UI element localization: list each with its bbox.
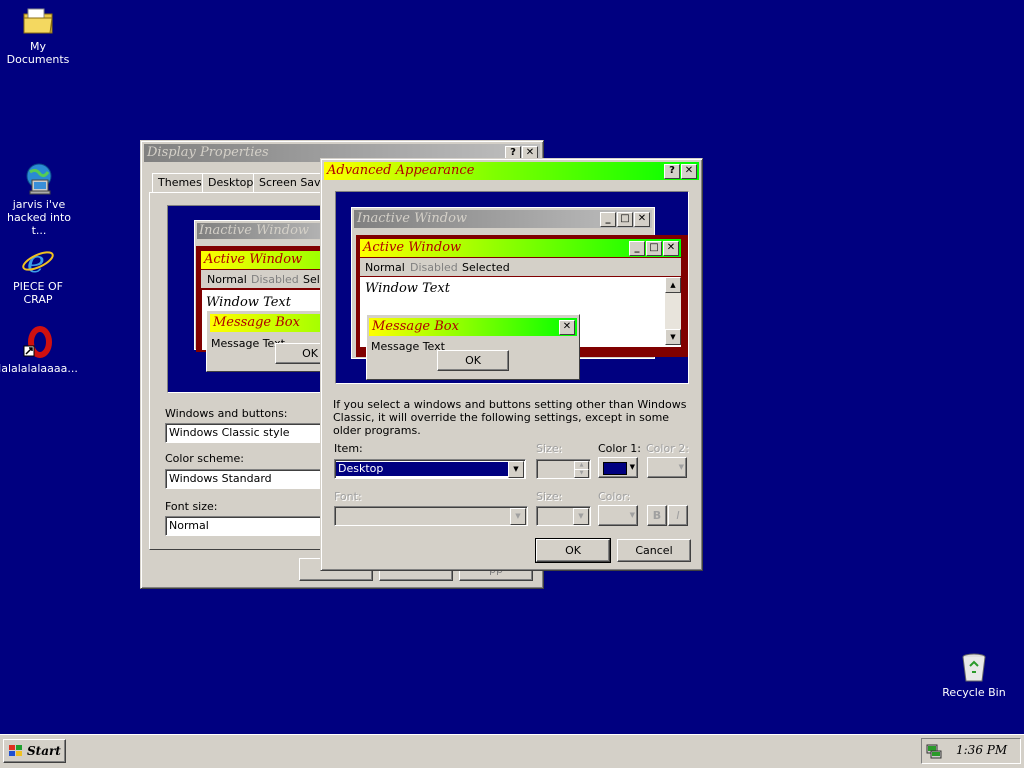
minimize-icon: _ — [600, 212, 616, 227]
preview-window-text: Window Text — [365, 281, 450, 296]
desktop-icon-label: My Documents — [6, 40, 70, 66]
desktop-icon-label: Recycle Bin — [942, 686, 1006, 699]
ok-button[interactable]: OK — [535, 538, 611, 563]
preview-inactive-title: Inactive Window _ □ ✕ — [354, 210, 652, 228]
desktop-icon-label: jarvis i've hacked into t... — [6, 198, 72, 237]
appearance-preview: Inactive Window Active Window Normal Dis… — [167, 205, 329, 393]
color-scheme-label: Color scheme: — [165, 452, 244, 465]
start-button[interactable]: Start — [3, 739, 66, 763]
item-selected-value: Desktop — [336, 462, 510, 476]
color1-picker-button[interactable]: ▼ — [598, 457, 638, 478]
clock[interactable]: 1:36 PM — [956, 743, 1007, 757]
preview-menu-disabled: Disabled — [410, 261, 458, 274]
windows-buttons-label: Windows and buttons: — [165, 407, 288, 420]
opera-shortcut-icon — [21, 326, 55, 360]
chevron-down-icon[interactable]: ▼ — [508, 461, 524, 478]
font-size-label: Size: — [536, 490, 563, 503]
color1-label: Color 1: — [598, 442, 641, 455]
window-title: Display Properties — [147, 145, 269, 160]
color-scheme-select[interactable]: Windows Standard — [165, 469, 330, 489]
desktop-icon-my-documents[interactable]: My Documents — [0, 4, 78, 66]
maximize-icon: □ — [617, 212, 633, 227]
network-computer-icon — [22, 162, 56, 196]
desktop-icon-jarvis[interactable]: jarvis i've hacked into t... — [0, 162, 80, 237]
window-title: Advanced Appearance — [327, 163, 475, 178]
close-button[interactable]: ✕ — [681, 164, 697, 179]
preview-active-title: Active Window _ □ ✕ — [360, 239, 681, 257]
help-button[interactable]: ? — [664, 164, 680, 179]
font-size-label: Font size: — [165, 500, 218, 513]
preview-msgbox-text: Message Text — [211, 337, 285, 350]
taskbar: Start 1:36 PM — [0, 734, 1024, 768]
preview-message-box: Message Box Message Text OK — [206, 310, 328, 372]
close-icon: ✕ — [663, 241, 679, 256]
windows-buttons-select[interactable]: Windows Classic style — [165, 423, 330, 443]
font-color-picker-button[interactable]: ▼ — [598, 505, 638, 526]
recycle-bin-icon — [957, 650, 991, 684]
advanced-appearance-titlebar[interactable]: Advanced Appearance ? ✕ — [324, 162, 699, 180]
preview-menu-disabled: Disabled — [251, 273, 299, 286]
internet-explorer-icon: e — [21, 244, 55, 280]
minimize-icon: _ — [629, 241, 645, 256]
italic-button[interactable]: I — [668, 505, 688, 526]
preview-inactive-title-text: Inactive Window — [357, 211, 468, 226]
color2-picker-button[interactable]: ▼ — [647, 457, 687, 478]
item-select[interactable]: Desktop ▼ — [334, 459, 526, 479]
scroll-up-icon: ▲ — [665, 277, 681, 293]
preview-scrollbar: ▲ ▼ — [665, 277, 681, 345]
chevron-down-icon: ▼ — [629, 511, 635, 519]
close-icon: ✕ — [559, 320, 575, 335]
preview-menu-normal: Normal — [207, 273, 247, 286]
preview-menu-bar: Normal Disabled Sele — [201, 270, 328, 288]
chevron-down-icon: ▼ — [629, 463, 635, 471]
tab-desktop[interactable]: Desktop — [202, 173, 260, 192]
item-label: Item: — [334, 442, 363, 455]
maximize-icon: □ — [646, 241, 662, 256]
tab-themes[interactable]: Themes — [152, 173, 208, 192]
svg-text:e: e — [27, 245, 45, 278]
color1-swatch — [603, 462, 627, 475]
appearance-preview: Inactive Window _ □ ✕ Active Window _ □ … — [335, 191, 689, 384]
windows-logo-icon — [8, 744, 24, 758]
preview-active-title-text: Active Window — [363, 240, 462, 255]
desktop-icon-internet-explorer[interactable]: e PIECE OF CRAP — [0, 244, 78, 306]
preview-menu-bar: Normal Disabled Selected — [360, 258, 681, 276]
font-size-select[interactable]: ▼ — [536, 506, 591, 526]
preview-active-title: Active Window — [201, 251, 328, 269]
font-color-label: Color: — [598, 490, 631, 503]
desktop-icon-label: PIECE OF CRAP — [13, 280, 63, 306]
preview-message-box: Message Box ✕ Message Text OK — [366, 314, 580, 380]
network-tray-icon[interactable] — [925, 742, 943, 760]
chevron-down-icon: ▼ — [678, 463, 684, 471]
override-note: If you select a windows and buttons sett… — [333, 398, 687, 437]
scroll-down-icon: ▼ — [665, 329, 681, 345]
advanced-appearance-window: Advanced Appearance ? ✕ Inactive Window … — [320, 158, 703, 571]
font-select[interactable]: ▼ — [334, 506, 528, 526]
folder-icon — [21, 4, 55, 38]
chevron-down-icon[interactable]: ▼ — [510, 508, 526, 525]
chevron-down-icon[interactable]: ▼ — [573, 508, 589, 525]
desktop-icon-label: lalalalalaaaa... — [0, 362, 78, 375]
preview-menu-selected: Selected — [462, 261, 510, 274]
desktop-icon-opera[interactable]: lalalalalaaaa... — [0, 326, 78, 375]
spin-down-icon[interactable]: ▼ — [574, 469, 589, 478]
close-icon: ✕ — [634, 212, 650, 227]
preview-menu-normal: Normal — [365, 261, 405, 274]
start-label: Start — [27, 744, 61, 758]
preview-msgbox-text: Message Text — [371, 340, 445, 353]
cancel-button[interactable]: Cancel — [617, 539, 691, 562]
bold-button[interactable]: B — [647, 505, 667, 526]
size-label: Size: — [536, 442, 563, 455]
preview-msgbox-title: Message Box — [210, 314, 328, 332]
size-spinner[interactable]: ▲ ▼ — [536, 459, 591, 479]
preview-msgbox-ok-button: OK — [437, 350, 509, 371]
font-label: Font: — [334, 490, 362, 503]
preview-msgbox-title: Message Box ✕ — [369, 318, 577, 336]
preview-inactive-title: Inactive Window — [197, 223, 328, 239]
system-tray: 1:36 PM — [921, 738, 1021, 764]
preview-msgbox-title-text: Message Box — [372, 319, 459, 334]
font-size-select[interactable]: Normal — [165, 516, 330, 536]
desktop-icon-recycle-bin[interactable]: Recycle Bin — [934, 650, 1014, 699]
color2-label: Color 2: — [646, 442, 689, 455]
